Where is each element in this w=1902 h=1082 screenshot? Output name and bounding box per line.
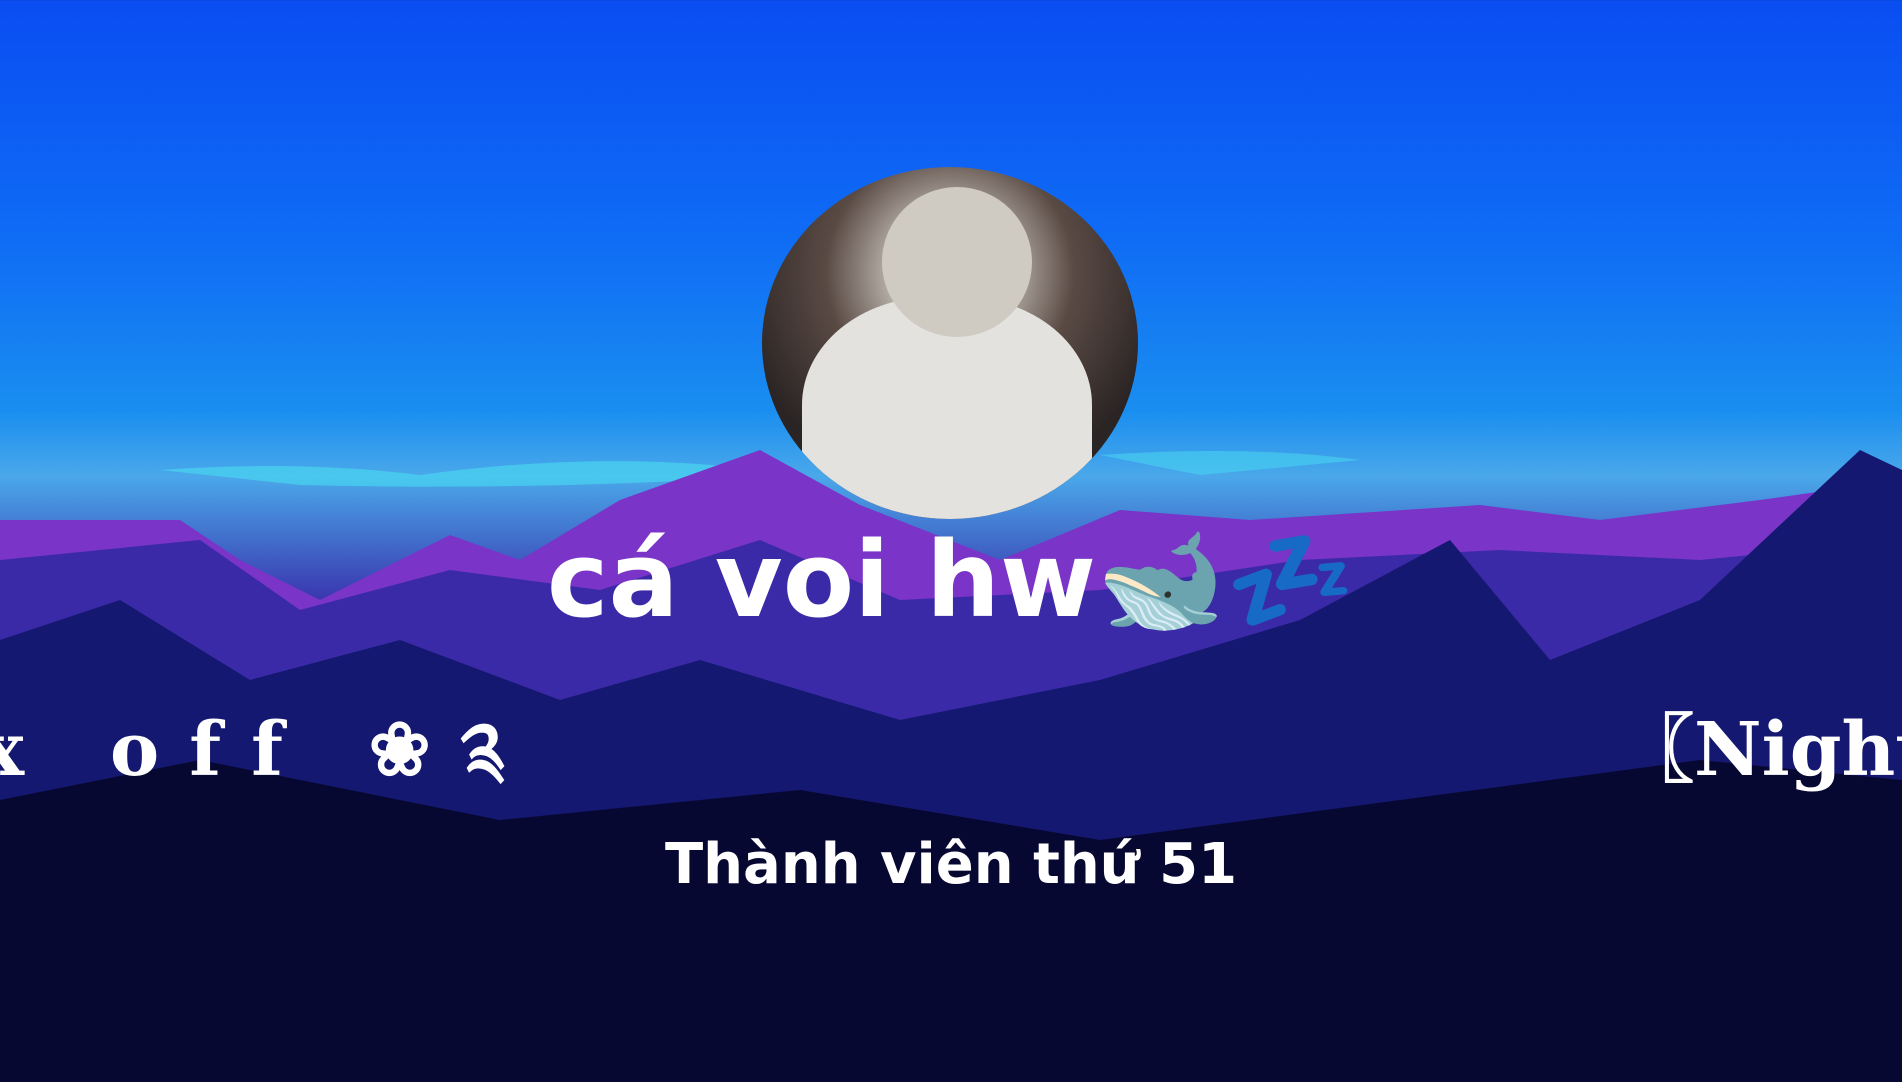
marquee-text-right: 〖Night — [1620, 707, 1902, 793]
member-number-label: Thành viên thứ 51 — [664, 832, 1238, 897]
profile-avatar[interactable] — [762, 167, 1138, 519]
display-name: cá voi hw🐋💤 — [546, 519, 1356, 641]
marquee-text-left: x off ❀༉ — [0, 707, 536, 793]
